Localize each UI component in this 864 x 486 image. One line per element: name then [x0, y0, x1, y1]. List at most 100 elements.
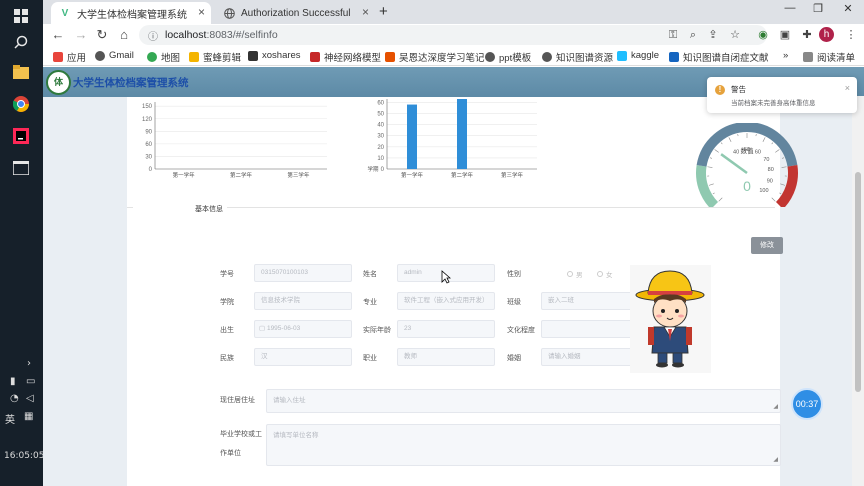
gauge-tick — [781, 157, 785, 159]
student-id-input[interactable]: 0315070100103 — [254, 264, 352, 282]
bee-icon — [189, 52, 199, 62]
gauge-tick — [708, 183, 714, 186]
more-bookmarks-button[interactable]: » — [783, 50, 788, 61]
y-tick-label: 0 — [381, 167, 385, 173]
bookmarks-bar: 应用 Gmail 地图 蜜蜂剪辑 xoshares 神经网络模型 吴恩达深度学习… — [43, 46, 864, 66]
label-occupation: 职业 — [363, 355, 377, 362]
age-input[interactable]: 23 — [397, 320, 495, 338]
resize-grip-icon[interactable]: ◢ — [773, 456, 778, 463]
reading-list[interactable]: 阅读清单 — [803, 50, 855, 64]
intellij-icon[interactable] — [11, 126, 31, 146]
gauge-arc — [775, 165, 798, 207]
bookmark-kg-autism[interactable]: 知识图谱自闭症文献 — [669, 50, 769, 64]
class-input[interactable]: 嵌入二班 — [541, 292, 639, 310]
gauge-tick — [779, 192, 782, 195]
occupation-input[interactable]: 教师 — [397, 348, 495, 366]
usb-icon[interactable]: ▮ — [10, 376, 16, 387]
label-gender: 性别 — [507, 271, 521, 278]
gauge-arc — [696, 165, 719, 207]
x-icon — [248, 50, 258, 61]
major-input[interactable]: 软件工程（嵌入式应用开发） — [397, 292, 495, 310]
bookmark-bee-editor[interactable]: 蜜蜂剪辑 — [189, 50, 241, 64]
y-tick-label: 60 — [145, 142, 152, 148]
x-axis-label: 学期 — [367, 165, 379, 173]
reload-icon[interactable]: ↻ — [93, 26, 111, 44]
gauge-tick — [771, 197, 776, 202]
minimize-button[interactable]: — — [775, 2, 805, 14]
volume-icon[interactable]: ◁ — [26, 393, 34, 404]
gauge-tick — [728, 137, 732, 142]
ethnicity-input[interactable]: 汉 — [254, 348, 352, 366]
extension-green-icon[interactable]: ◉ — [755, 27, 771, 43]
clock[interactable]: 16:05:05 — [4, 451, 44, 461]
extensions-puzzle-icon[interactable]: ✚ — [799, 27, 815, 43]
bookmark-ppt[interactable]: ppt模板 — [485, 50, 531, 64]
app-title: 大学生体检档案管理系统 — [73, 77, 189, 89]
home-icon[interactable]: ⌂ — [115, 26, 133, 44]
tab-system[interactable]: V 大学生体检档案管理系统 × — [51, 2, 211, 24]
tab-strip: V 大学生体检档案管理系统 × Authorization Successful… — [43, 0, 864, 24]
education-input[interactable] — [541, 320, 639, 338]
forward-icon[interactable]: → — [72, 26, 90, 44]
close-tab-icon[interactable]: × — [198, 5, 205, 19]
battery-icon[interactable]: ▭ — [26, 376, 35, 387]
menu-kebab-icon[interactable]: ⋮ — [843, 27, 859, 43]
keyboard-layout-icon[interactable]: ▦ — [24, 411, 33, 422]
birth-date-input[interactable]: ▢ 1995-06-03 — [254, 320, 352, 338]
terminal-icon[interactable] — [11, 158, 31, 178]
wifi-icon[interactable]: ◔ — [10, 393, 19, 404]
bookmark-gmail[interactable]: Gmail — [95, 50, 134, 61]
chevron-up-icon[interactable]: › — [27, 358, 31, 369]
bookmark-kg-resources[interactable]: 知识图谱资源 — [542, 50, 613, 64]
tab-title: 大学生体检档案管理系统 — [77, 9, 187, 21]
bookmark-map[interactable]: 地图 — [147, 50, 180, 64]
bookmark-neural-network[interactable]: 神经网络模型 — [310, 50, 381, 64]
x-tick-label: 第三学年 — [501, 171, 524, 179]
map-pin-icon — [147, 52, 157, 62]
label-major: 专业 — [363, 299, 377, 306]
notification-title: 警告 — [731, 85, 746, 94]
profile-avatar[interactable]: h — [819, 27, 834, 42]
marriage-input[interactable]: 请输入婚姻 — [541, 348, 639, 366]
label-birth: 出生 — [220, 327, 234, 334]
bookmark-deep-learning[interactable]: 吴恩达深度学习笔记 — [385, 50, 485, 64]
school-textarea[interactable]: 请填写单位名称 ◢ — [266, 424, 781, 466]
tab-authorization[interactable]: Authorization Successful × — [215, 2, 375, 24]
ime-language[interactable]: 英 — [5, 411, 15, 426]
timer-badge[interactable]: 00:37 — [791, 388, 823, 420]
y-tick-label: 60 — [377, 100, 384, 106]
gauge-tick-label: 100 — [759, 188, 768, 194]
gender-radio-male[interactable]: 男 — [567, 269, 583, 279]
gauge-tick-label: 40 — [733, 150, 739, 156]
close-tab-icon[interactable]: × — [362, 5, 369, 19]
key-icon[interactable]: ⚿ — [665, 27, 681, 43]
edit-button[interactable]: 修改 — [751, 237, 783, 254]
star-icon[interactable]: ☆ — [727, 27, 743, 43]
y-tick-label: 120 — [142, 117, 153, 123]
label-student-id: 学号 — [220, 271, 234, 278]
search-icon[interactable] — [11, 32, 31, 52]
info-icon[interactable]: ⓘ — [148, 28, 158, 43]
address-textarea[interactable]: 请输入住址 ◢ — [266, 389, 781, 413]
screen-capture-icon[interactable]: ▣ — [777, 27, 793, 43]
college-input[interactable]: 信息技术学院 — [254, 292, 352, 310]
chrome-icon[interactable] — [11, 94, 31, 114]
bookmark-xoshares[interactable]: xoshares — [248, 50, 301, 61]
globe-icon — [542, 52, 552, 62]
back-icon[interactable]: ← — [49, 26, 67, 44]
zoom-icon[interactable]: ⌕ — [685, 27, 701, 43]
bookmark-kaggle[interactable]: kaggle — [617, 50, 659, 61]
close-window-button[interactable]: ✕ — [833, 2, 863, 15]
new-tab-button[interactable]: + — [379, 3, 388, 20]
file-explorer-icon[interactable] — [11, 62, 31, 82]
bookmark-apps[interactable]: 应用 — [53, 50, 86, 64]
maximize-button[interactable]: ❐ — [803, 2, 833, 15]
y-tick-label: 10 — [377, 156, 384, 162]
share-icon[interactable]: ⇪ — [705, 27, 721, 43]
radio-dot — [597, 271, 603, 277]
resize-grip-icon[interactable]: ◢ — [773, 403, 778, 410]
close-notification-icon[interactable]: × — [845, 83, 850, 93]
gender-radio-female[interactable]: 女 — [597, 269, 613, 279]
windows-start-icon[interactable] — [11, 6, 31, 26]
scrollbar-thumb[interactable] — [855, 172, 861, 392]
